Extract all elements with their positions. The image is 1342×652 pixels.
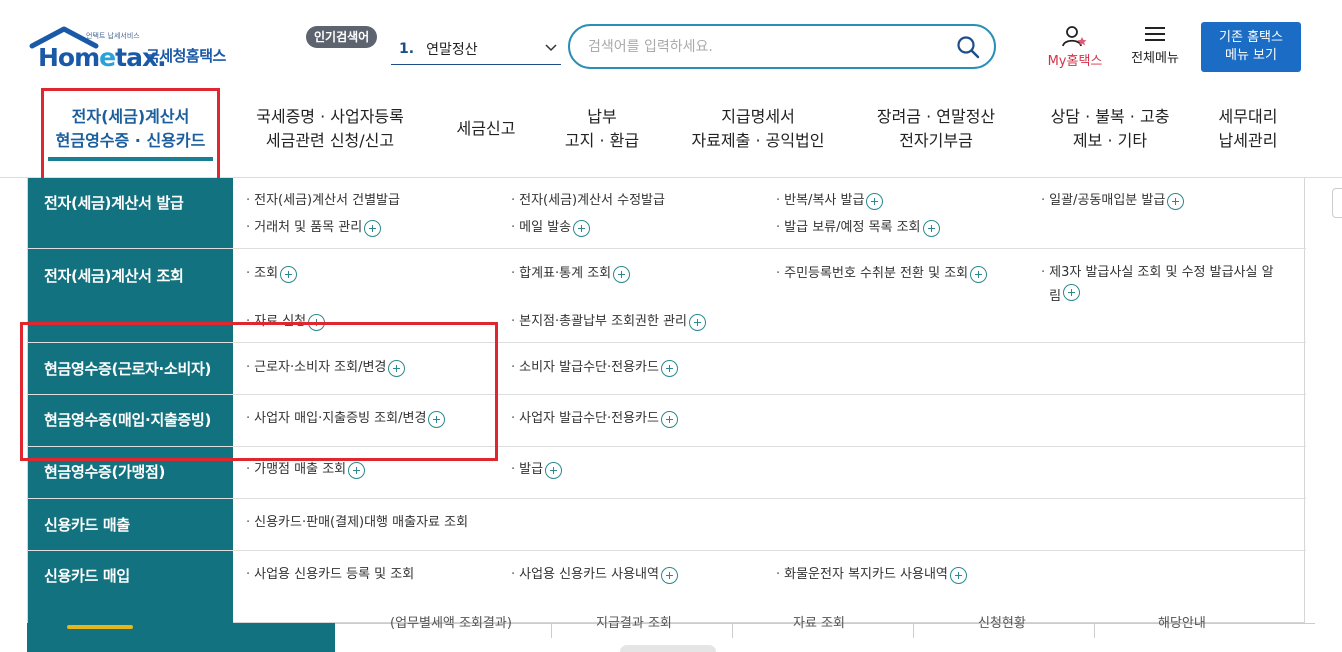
background-tab: (업무별세액 조회결과) <box>390 616 512 631</box>
plus-circle-icon[interactable] <box>545 462 563 479</box>
highlight-box-nav <box>41 88 220 182</box>
user-star-icon <box>1062 26 1087 47</box>
gnb-statement[interactable]: 지급명세서 자료제출 · 공익법인 <box>682 105 834 153</box>
plus-circle-icon[interactable] <box>573 220 591 237</box>
plus-circle-icon[interactable] <box>660 411 678 428</box>
logo-name: 국세청홈택스 <box>146 47 226 65</box>
plus-circle-icon[interactable] <box>1167 193 1185 210</box>
menu-link[interactable]: · 발급 <box>511 461 563 479</box>
plus-circle-icon[interactable] <box>280 266 298 283</box>
menu-link[interactable]: · 사업용 신용카드 등록 및 조회 <box>246 566 414 583</box>
background-separator <box>913 624 914 638</box>
background-tab: 해당안내 <box>1158 616 1206 631</box>
menu-link[interactable]: · 사업자 발급수단·전용카드 <box>511 410 678 428</box>
gnb-year-end[interactable]: 장려금 · 연말정산 전자기부금 <box>866 105 1006 153</box>
menu-link[interactable]: · 화물운전자 복지카드 사용내역 <box>776 566 967 584</box>
highlight-box-cash-receipt <box>20 322 498 461</box>
gnb-line1: 세금신고 <box>456 119 516 138</box>
menu-link[interactable]: · 일괄/공동매입분 발급 <box>1041 192 1185 210</box>
gnb-line1: 지급명세서 <box>721 107 795 126</box>
gnb-line1: 국세증명 · 사업자등록 <box>256 107 404 126</box>
plus-circle-icon[interactable] <box>866 193 884 210</box>
category-label: 현금영수증(가맹점) <box>44 463 166 481</box>
plus-circle-icon[interactable] <box>348 462 366 479</box>
popular-rank: 1. <box>399 40 415 57</box>
background-accent <box>67 625 133 629</box>
background-side-panel <box>27 623 335 652</box>
gnb-line1: 상담 · 불복 · 고충 <box>1050 107 1170 126</box>
gnb-line2: 고지 · 환급 <box>564 131 640 150</box>
legacy-line1: 기존 홈택스 <box>1219 30 1283 45</box>
side-handle[interactable] <box>1332 188 1342 218</box>
plus-circle-icon[interactable] <box>922 220 940 237</box>
gnb-line2: 제보 · 기타 <box>1072 131 1148 150</box>
gnb-certificate[interactable]: 국세증명 · 사업자등록 세금관련 신청/신고 <box>244 105 416 153</box>
gnb-line1: 납부 <box>587 107 617 126</box>
gnb-line2: 납세관리 <box>1218 131 1278 150</box>
gnb-line1: 세무대리 <box>1218 107 1278 126</box>
all-menu-button[interactable]: 전체메뉴 <box>1124 24 1186 70</box>
hamburger-icon <box>1145 27 1165 41</box>
menu-link[interactable]: · 전자(세금)계산서 건별발급 <box>246 192 400 209</box>
background-separator <box>1094 624 1095 638</box>
menu-link[interactable]: · 가맹점 매출 조회 <box>246 461 366 479</box>
menu-link[interactable]: · 소비자 발급수단·전용카드 <box>511 359 678 377</box>
search-input[interactable] <box>588 36 938 58</box>
background-separator <box>732 624 733 638</box>
menu-link[interactable]: · 본지점·총괄납부 조회권한 관리 <box>511 313 707 331</box>
plus-circle-icon[interactable] <box>970 266 988 283</box>
plus-circle-icon[interactable] <box>613 266 631 283</box>
background-tab: 지급결과 조회 <box>596 616 672 631</box>
menu-link[interactable]: · 발급 보류/예정 목록 조회 <box>776 219 940 237</box>
popular-term: 연말정산 <box>426 41 478 58</box>
plus-circle-icon[interactable] <box>364 220 382 237</box>
plus-circle-icon[interactable] <box>660 567 678 584</box>
legacy-line2: 메뉴 보기 <box>1225 48 1277 63</box>
popular-search-select[interactable]: 1. 연말정산 <box>391 33 561 65</box>
category-label: 신용카드 매입 <box>44 567 130 585</box>
menu-link[interactable]: · 거래처 및 품목 관리 <box>246 219 382 237</box>
gnb-line2: 전자기부금 <box>899 131 973 150</box>
background-tab: 자료 조회 <box>793 616 845 631</box>
menu-link[interactable]: · 사업용 신용카드 사용내역 <box>511 566 678 584</box>
plus-circle-icon[interactable] <box>1063 284 1081 301</box>
menu-link[interactable]: · 메일 발송 <box>511 219 591 237</box>
my-hometax-button[interactable]: My홈택스 <box>1040 24 1110 70</box>
background-separator <box>551 624 552 638</box>
my-hometax-label: My홈택스 <box>1047 54 1103 69</box>
gnb-payment[interactable]: 납부 고지 · 환급 <box>556 105 648 153</box>
hometax-logo[interactable]: 언택트 납세서비스 Hometax. 국세청홈택스 <box>28 26 248 76</box>
gnb-consult[interactable]: 상담 · 불복 · 고충 제보 · 기타 <box>1040 105 1180 153</box>
gnb-line2: 세금관련 신청/신고 <box>265 131 395 150</box>
all-menu-label: 전체메뉴 <box>1131 51 1179 66</box>
category-label: 전자(세금)계산서 조회 <box>44 267 184 285</box>
menu-row: 전자(세금)계산서 발급 · 전자(세금)계산서 건별발급 · 전자(세금)계산서 … <box>28 178 1306 249</box>
search-icon[interactable] <box>956 35 980 59</box>
menu-row: 신용카드 매출 · 신용카드·판매(결제)대행 매출자료 조회 <box>28 499 1306 551</box>
menu-link[interactable]: · 제3자 발급사실 조회 및 수정 발급사실 알림 <box>1041 262 1281 307</box>
background-tab: 신청현황 <box>978 616 1026 631</box>
gnb-line1: 장려금 · 연말정산 <box>876 107 996 126</box>
search-box <box>568 24 996 69</box>
plus-circle-icon[interactable] <box>949 567 967 584</box>
chevron-down-icon <box>545 44 557 52</box>
menu-link[interactable]: · 전자(세금)계산서 수정발급 <box>511 192 665 209</box>
gnb-agent[interactable]: 세무대리 납세관리 <box>1208 105 1288 153</box>
menu-link[interactable]: · 합계표·통계 조회 <box>511 265 631 283</box>
category-label: 전자(세금)계산서 발급 <box>44 194 184 212</box>
popular-search-badge: 인기검색어 <box>306 26 378 48</box>
menu-link[interactable]: · 신용카드·판매(결제)대행 매출자료 조회 <box>246 514 468 531</box>
plus-circle-icon[interactable] <box>660 360 678 377</box>
menu-link[interactable]: · 조회 <box>246 265 298 283</box>
plus-circle-icon[interactable] <box>689 314 707 331</box>
menu-link[interactable]: · 주민등록번호 수취분 전환 및 조회 <box>776 265 988 283</box>
background-pill <box>620 645 716 652</box>
logo-tagline: 언택트 납세서비스 <box>86 32 140 40</box>
gnb-line2: 자료제출 · 공익법인 <box>691 131 825 150</box>
legacy-menu-button[interactable]: 기존 홈택스 메뉴 보기 <box>1201 22 1301 72</box>
category-label: 신용카드 매출 <box>44 516 130 534</box>
gnb-tax-report[interactable]: 세금신고 <box>446 117 526 141</box>
menu-link[interactable]: · 반복/복사 발급 <box>776 192 884 210</box>
